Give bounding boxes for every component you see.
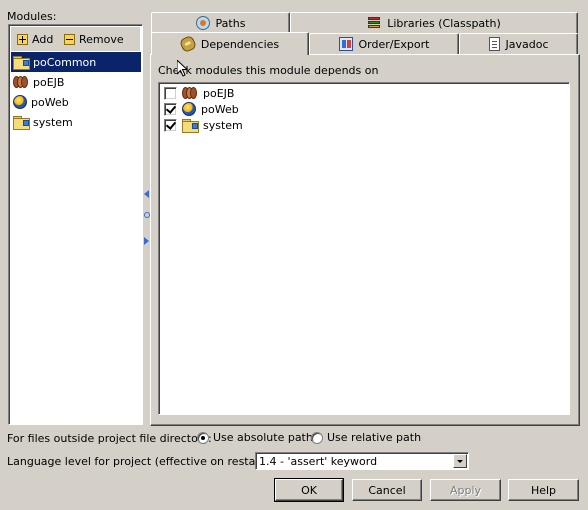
- tab-label: Javadoc: [505, 37, 549, 51]
- paths-icon: [195, 16, 210, 30]
- tab-dependencies[interactable]: Dependencies: [151, 32, 309, 55]
- modules-label: Modules:: [7, 10, 57, 23]
- dependency-checkbox[interactable]: [164, 102, 177, 116]
- dependency-checkbox[interactable]: [164, 86, 177, 100]
- order-export-icon: [338, 37, 353, 51]
- dependency-row-system[interactable]: system: [164, 117, 243, 133]
- module-item-label: system: [33, 115, 73, 129]
- add-icon: [17, 33, 28, 45]
- web-globe-icon: [13, 95, 27, 109]
- module-item-label: poEJB: [33, 75, 65, 89]
- dependency-row-poweb[interactable]: poWeb: [164, 101, 239, 117]
- javadoc-icon: [488, 37, 500, 51]
- absolute-path-radio[interactable]: Use absolute path: [197, 431, 313, 444]
- add-label: Add: [32, 32, 54, 46]
- apply-button[interactable]: Apply: [430, 479, 501, 501]
- collapse-right-icon[interactable]: [144, 237, 149, 245]
- language-level-label: Language level for project (effective on…: [7, 455, 273, 468]
- dependencies-label: Check modules this module depends on: [158, 64, 379, 77]
- radio-button[interactable]: [197, 431, 209, 444]
- remove-module-button[interactable]: Remove: [61, 30, 127, 48]
- module-item-label: poCommon: [33, 55, 97, 69]
- radio-label: Use relative path: [327, 431, 422, 444]
- remove-label: Remove: [79, 32, 124, 46]
- module-item-pocommon[interactable]: poCommon: [11, 52, 141, 72]
- radio-label: Use absolute path: [213, 431, 313, 444]
- dependency-label: poWeb: [201, 102, 239, 116]
- web-globe-icon: [182, 102, 196, 116]
- relative-path-radio[interactable]: Use relative path: [311, 431, 421, 444]
- tab-label: Order/Export: [358, 37, 430, 51]
- modules-toolbar: Add Remove: [11, 27, 140, 51]
- module-item-label: poWeb: [31, 95, 69, 109]
- help-button[interactable]: Help: [508, 479, 579, 501]
- add-module-button[interactable]: Add: [14, 30, 56, 48]
- collapse-left-icon[interactable]: [144, 190, 149, 198]
- folder-module-icon: [13, 56, 30, 70]
- dependencies-list: poEJB poWeb system: [158, 82, 570, 415]
- cancel-button[interactable]: Cancel: [352, 479, 422, 501]
- tab-libraries[interactable]: Libraries (Classpath): [290, 12, 578, 33]
- ejb-beans-icon: [182, 86, 198, 100]
- chevron-down-icon[interactable]: [453, 454, 467, 468]
- module-item-poejb[interactable]: poEJB: [11, 72, 141, 92]
- libraries-icon: [367, 16, 381, 30]
- ejb-beans-icon: [13, 75, 29, 89]
- language-level-select[interactable]: 1.4 - 'assert' keyword: [255, 452, 469, 470]
- dependency-row-poejb[interactable]: poEJB: [164, 85, 234, 101]
- folder-module-icon: [13, 116, 30, 130]
- files-outside-label: For files outside project file directory…: [7, 432, 212, 445]
- tab-paths[interactable]: Paths: [151, 12, 290, 33]
- tab-label: Paths: [215, 16, 246, 30]
- folder-module-icon: [182, 119, 199, 133]
- dependency-label: system: [203, 118, 243, 132]
- mouse-cursor-icon: [177, 60, 189, 77]
- language-level-value: 1.4 - 'assert' keyword: [259, 454, 378, 468]
- tab-label: Libraries (Classpath): [387, 16, 501, 30]
- dependencies-icon: [178, 34, 198, 54]
- radio-button[interactable]: [311, 431, 323, 444]
- tab-label: Dependencies: [200, 37, 280, 51]
- dependency-label: poEJB: [203, 86, 235, 100]
- tab-javadoc[interactable]: Javadoc: [459, 33, 578, 54]
- dependency-checkbox[interactable]: [164, 118, 177, 132]
- ok-button[interactable]: OK: [274, 478, 344, 502]
- module-item-poweb[interactable]: poWeb: [11, 92, 141, 112]
- modules-list-panel: Add Remove poCommon poEJB poWeb system: [8, 24, 143, 425]
- tab-order-export[interactable]: Order/Export: [309, 33, 459, 54]
- module-item-system[interactable]: system: [11, 112, 141, 132]
- remove-icon: [64, 33, 75, 45]
